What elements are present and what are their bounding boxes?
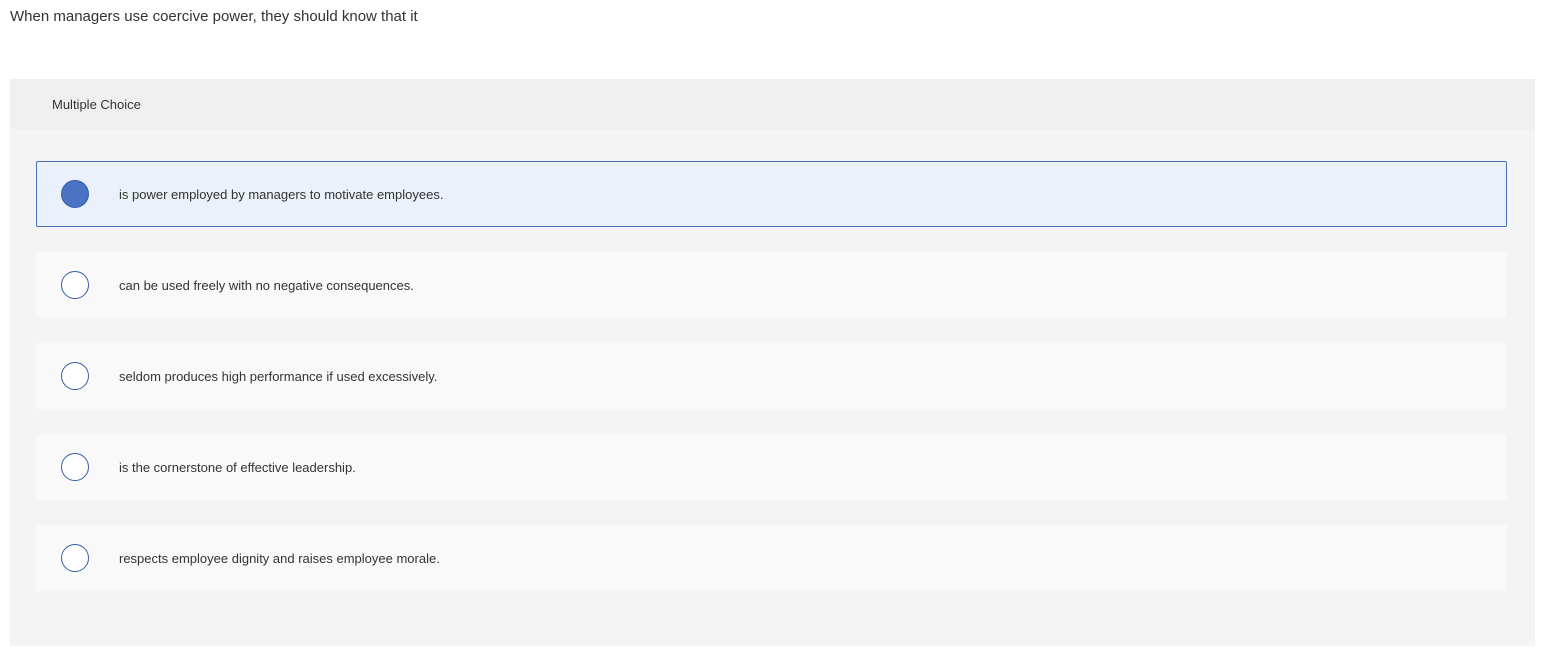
- answer-choices: is power employed by managers to motivat…: [36, 161, 1507, 616]
- answer-choice-text: can be used freely with no negative cons…: [119, 277, 414, 293]
- answer-choice-text: seldom produces high performance if used…: [119, 368, 438, 384]
- answer-choice-text: is power employed by managers to motivat…: [119, 186, 444, 202]
- panel-header: Multiple Choice: [10, 79, 1535, 129]
- answer-choice-4[interactable]: is the cornerstone of effective leadersh…: [36, 434, 1507, 500]
- radio-button[interactable]: [61, 544, 89, 572]
- radio-button[interactable]: [61, 362, 89, 390]
- radio-button[interactable]: [61, 271, 89, 299]
- answer-choice-3[interactable]: seldom produces high performance if used…: [36, 343, 1507, 409]
- answer-choice-1[interactable]: is power employed by managers to motivat…: [36, 161, 1507, 227]
- answer-choice-text: is the cornerstone of effective leadersh…: [119, 459, 356, 475]
- radio-button[interactable]: [61, 453, 89, 481]
- answer-choice-5[interactable]: respects employee dignity and raises emp…: [36, 525, 1507, 591]
- question-prompt: When managers use coercive power, they s…: [10, 8, 418, 25]
- answer-choice-2[interactable]: can be used freely with no negative cons…: [36, 252, 1507, 318]
- answer-choice-text: respects employee dignity and raises emp…: [119, 550, 440, 566]
- radio-button[interactable]: [61, 180, 89, 208]
- question-type-label: Multiple Choice: [52, 96, 141, 112]
- question-panel: Multiple Choice is power employed by man…: [10, 79, 1535, 646]
